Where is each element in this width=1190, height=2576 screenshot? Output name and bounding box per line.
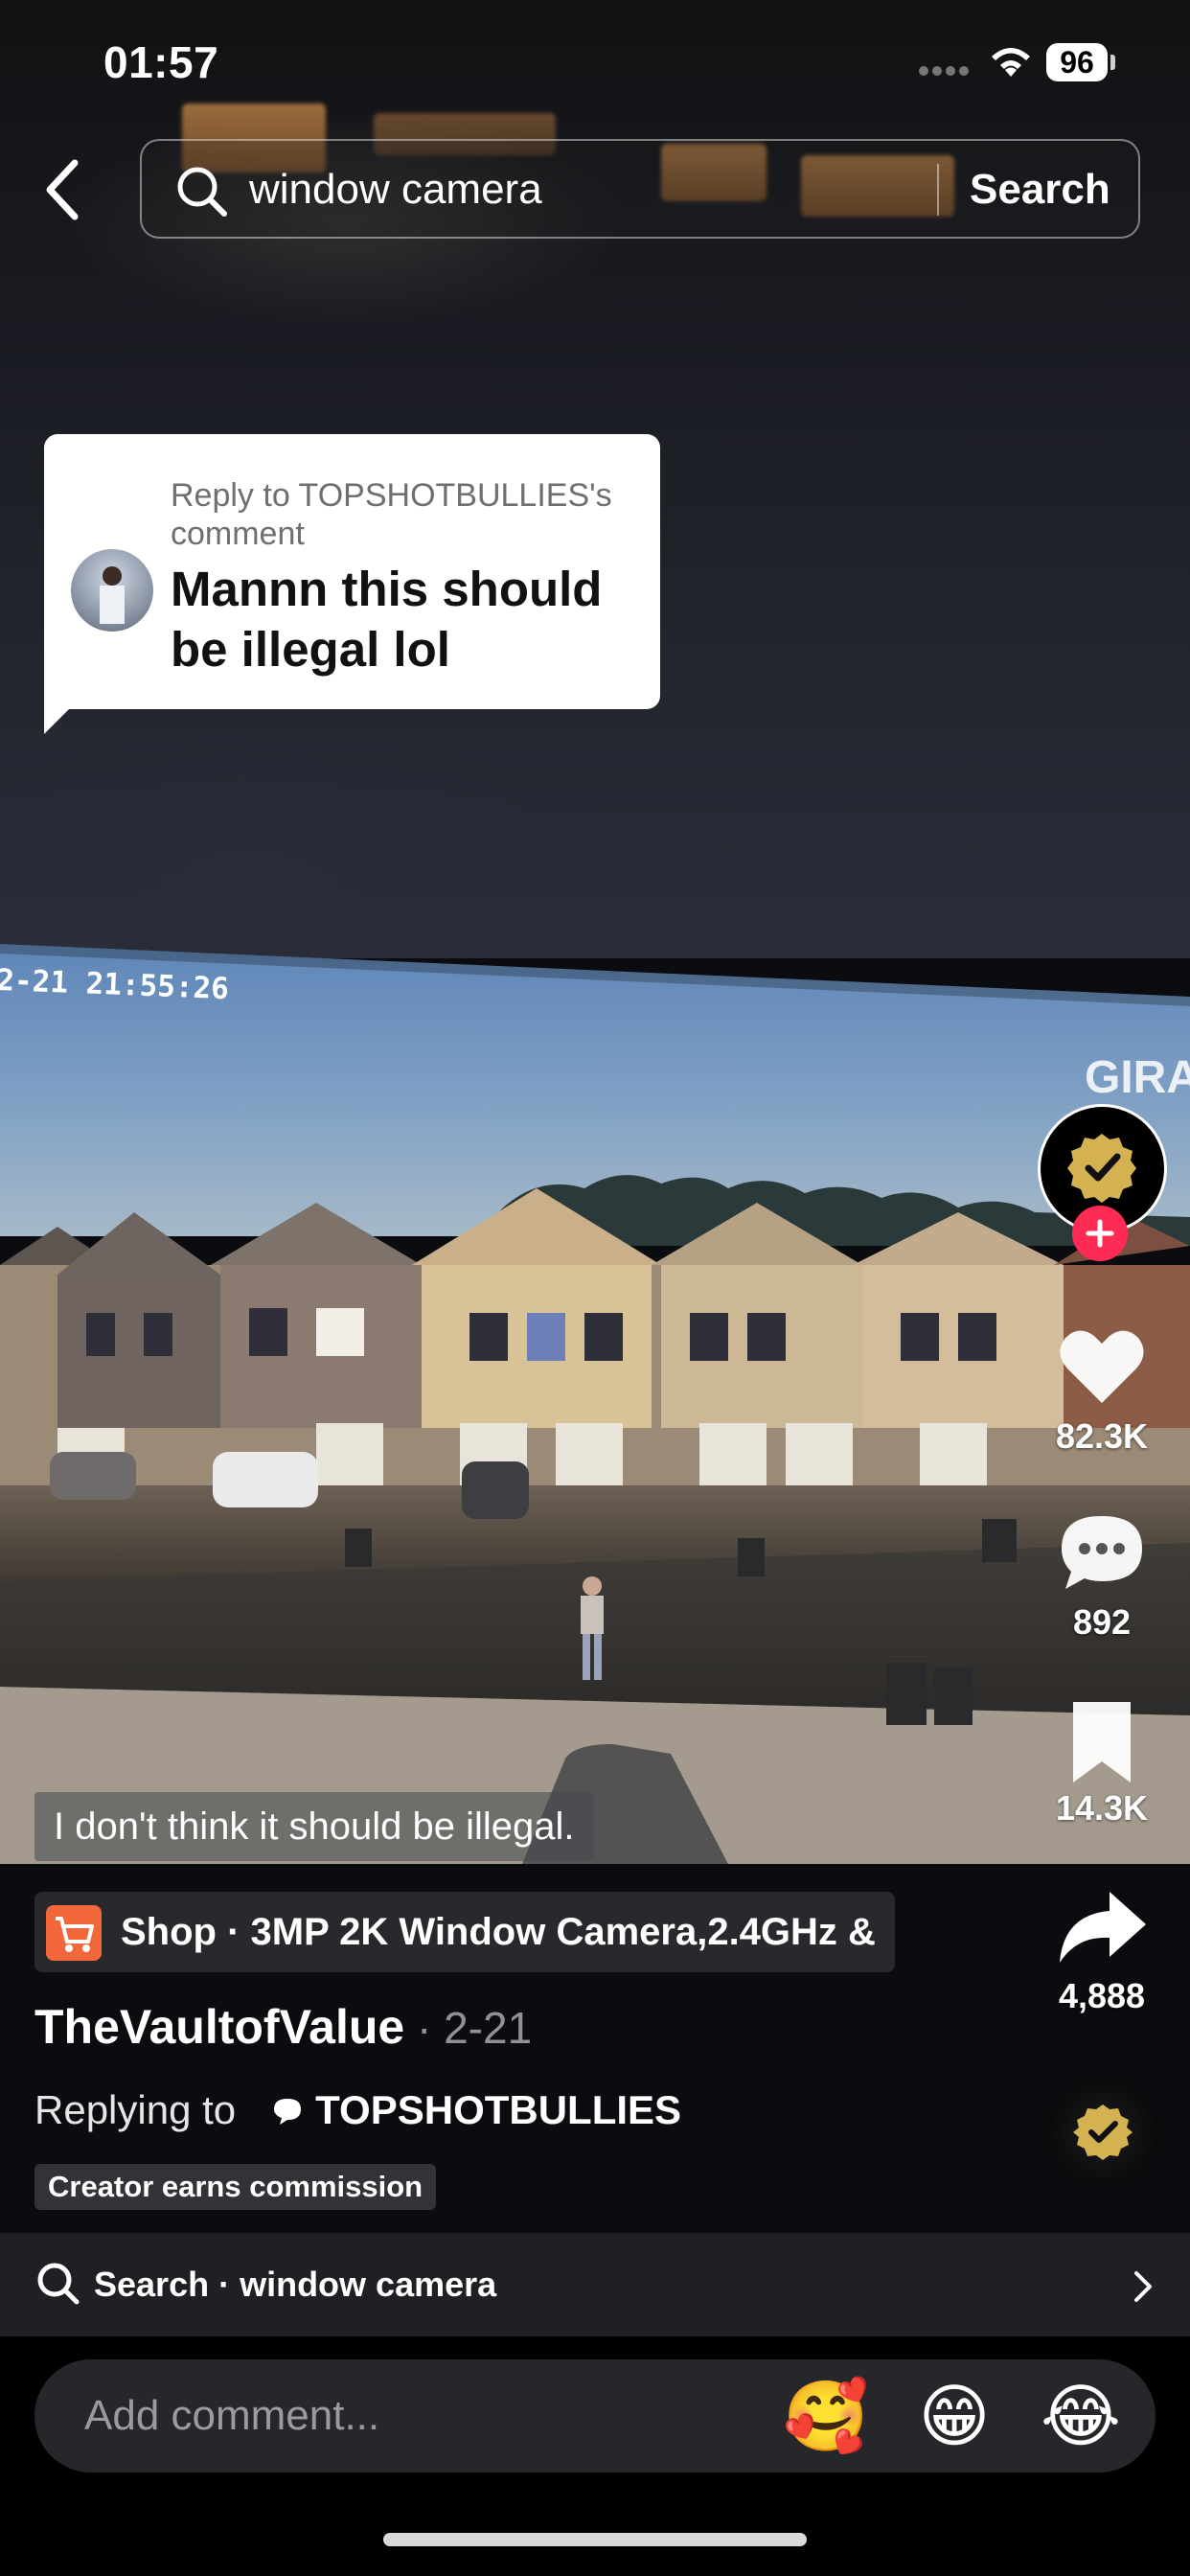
search-icon [37, 2263, 80, 2305]
author-row: TheVaultofValue · 2-21 [34, 1995, 532, 2059]
sound-disc[interactable] [1046, 2076, 1159, 2189]
comment-placeholder: Add comment... [84, 2392, 380, 2439]
battery-cap [1110, 55, 1115, 70]
comment-count: 892 [1072, 1602, 1132, 1642]
video-caption: I don't think it should be illegal. [34, 1792, 594, 1861]
replying-username[interactable]: TOPSHOTBULLIES [315, 2087, 681, 2132]
verified-badge-icon [1073, 2104, 1133, 2160]
bookmark-icon[interactable] [1054, 1694, 1150, 1790]
commenter-avatar [71, 549, 153, 632]
plus-icon [1086, 1219, 1114, 1248]
search-bar[interactable]: window camera Search [140, 139, 1140, 239]
follow-button[interactable] [1072, 1206, 1128, 1261]
search-suggestion-row[interactable]: Search · window camera [0, 2233, 1190, 2336]
emoji-joy[interactable]: 😂 [1037, 2373, 1125, 2461]
search-button[interactable]: Search [970, 164, 1110, 216]
like-heart-icon[interactable] [1054, 1319, 1150, 1414]
save-count: 14.3K [1055, 1788, 1149, 1828]
author-username[interactable]: TheVaultofValue [34, 2000, 404, 2054]
like-count: 82.3K [1055, 1416, 1149, 1456]
back-arrow-icon[interactable] [38, 153, 88, 226]
search-icon [177, 167, 227, 217]
shop-product-label: Shop · 3MP 2K Window Camera,2.4GHz & [121, 1911, 876, 1953]
battery-indicator: 96 [1046, 43, 1108, 81]
status-time: 01:57 [103, 37, 219, 87]
bubble-tail [44, 690, 88, 734]
video-watermark: GIRA [1085, 1052, 1190, 1103]
shop-product-link[interactable]: Shop · 3MP 2K Window Camera,2.4GHz & [34, 1892, 895, 1972]
emoji-grin[interactable]: 😁 [910, 2373, 998, 2461]
share-arrow-icon[interactable] [1054, 1880, 1150, 1976]
emoji-smiling-hearts[interactable]: 🥰 [782, 2373, 870, 2461]
replying-label: Replying to [34, 2087, 237, 2132]
search-suggestion-label: Search · window camera [94, 2265, 497, 2304]
share-count: 4,888 [1058, 1976, 1146, 2015]
home-indicator[interactable] [383, 2533, 807, 2546]
comment-bubble-icon [274, 2099, 302, 2125]
search-divider [937, 164, 939, 216]
chevron-right-icon [1134, 2271, 1152, 2302]
wifi-icon [992, 48, 1030, 77]
shopping-cart-icon [46, 1905, 102, 1961]
comment-icon[interactable] [1054, 1505, 1150, 1600]
reply-context: Reply to TOPSHOTBULLIES's comment [171, 477, 612, 552]
reply-comment-bubble[interactable]: Reply to TOPSHOTBULLIES's comment Mannn … [44, 434, 660, 709]
commission-badge: Creator earns commission [34, 2164, 437, 2210]
comment-input[interactable]: Add comment... 🥰 😁 😂 [34, 2359, 1156, 2472]
post-date: · 2-21 [404, 2003, 533, 2053]
signal-icon [919, 66, 969, 76]
replying-to-row: Replying to TOPSHOTBULLIES [34, 2083, 681, 2137]
search-query[interactable]: window camera [249, 164, 542, 216]
reply-comment-text: Mannn this should be illegal lol [171, 562, 603, 677]
